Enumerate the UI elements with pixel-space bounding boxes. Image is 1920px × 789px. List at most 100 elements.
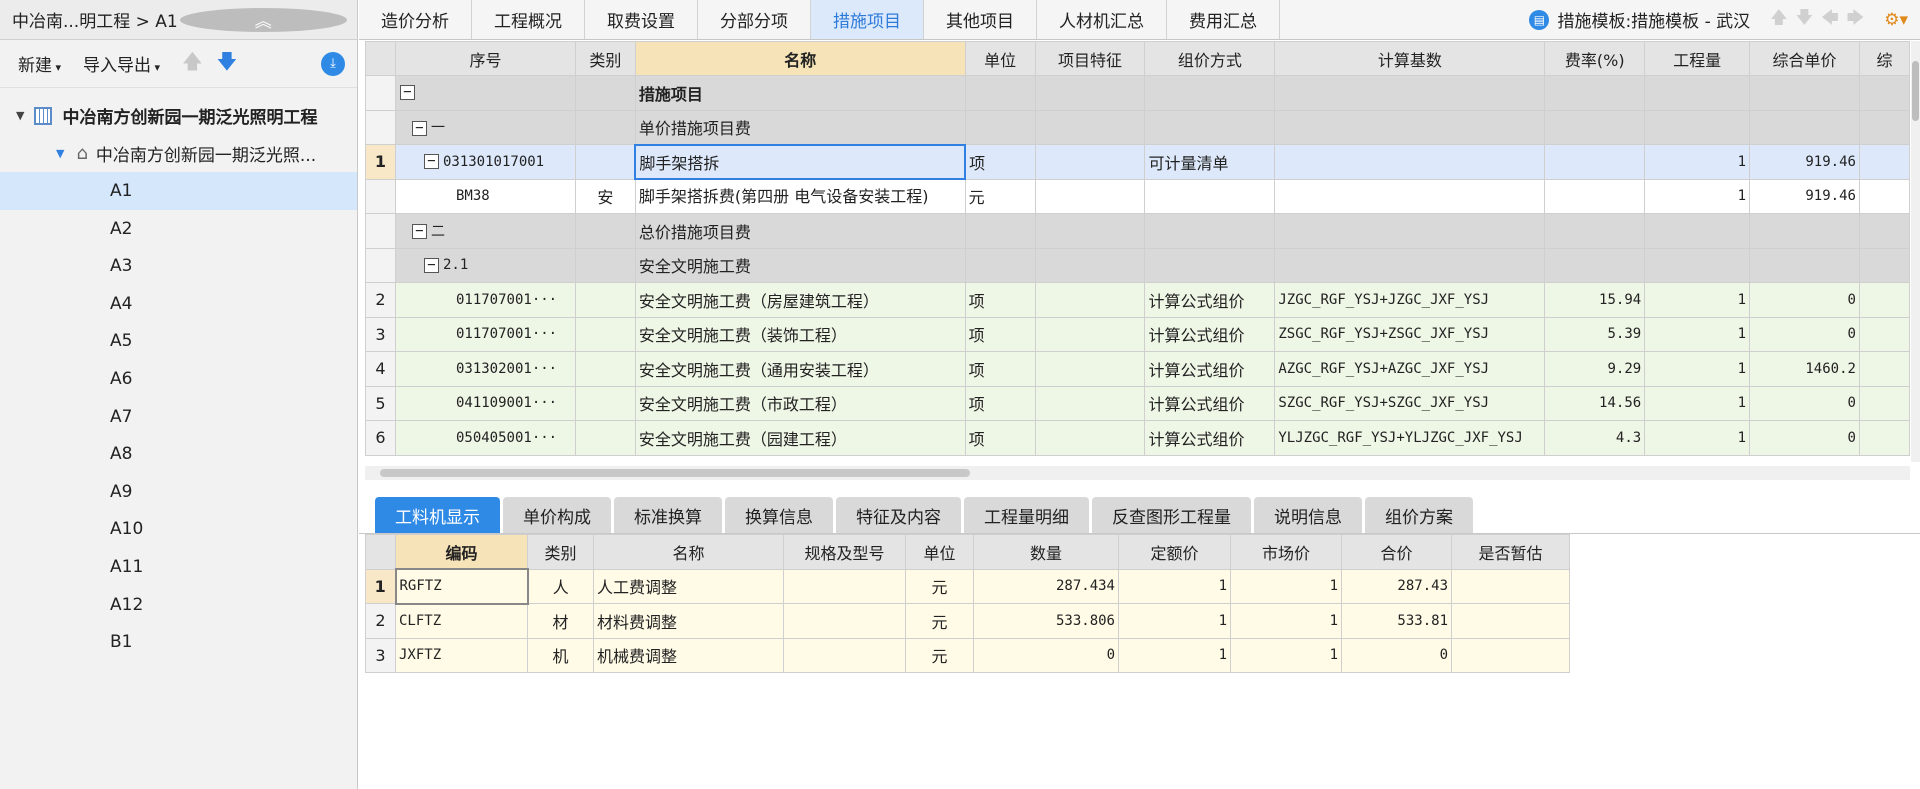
base-cell[interactable]: ZSGC_RGF_YSJ+ZSGC_JXF_YSJ — [1274, 316, 1546, 352]
tree-item[interactable]: A8 — [0, 435, 357, 473]
unit-cell[interactable] — [964, 75, 1036, 111]
code-cell[interactable]: 011707001··· — [394, 316, 576, 352]
code-cell[interactable]: −031301017001 — [394, 144, 576, 180]
scroll-thumb[interactable] — [1912, 61, 1919, 121]
method-cell[interactable] — [1144, 109, 1276, 145]
table-row[interactable]: 2 CLFTZ 材材料费调整元 533.806 1 1 533.81 — [365, 603, 1570, 639]
bottom-tab-6[interactable]: 反查图形工程量 — [1092, 497, 1251, 533]
table-row[interactable]: 3 JXFTZ 机机械费调整元 0 1 1 0 — [365, 637, 1570, 673]
price-cell[interactable] — [1749, 75, 1860, 111]
name-cell[interactable]: 安全文明施工费（装饰工程） — [634, 316, 966, 352]
feature-cell[interactable] — [1034, 178, 1146, 214]
tree-item[interactable]: A3 — [0, 247, 357, 285]
bottom-tab-1[interactable]: 单价构成 — [503, 497, 611, 533]
unit-cell[interactable]: 元 — [964, 178, 1036, 214]
type-cell[interactable]: 人 — [527, 568, 594, 604]
type-cell[interactable] — [574, 109, 636, 145]
table-row[interactable]: 2 011707001··· 安全文明施工费（房屋建筑工程）项 计算公式组价 JZGC_… — [365, 282, 1910, 318]
total-cell[interactable]: 0 — [1341, 637, 1452, 673]
name-cell[interactable]: 脚手架搭拆 — [634, 143, 967, 180]
base-cell[interactable]: JZGC_RGF_YSJ+JZGC_JXF_YSJ — [1274, 282, 1546, 318]
tree-item[interactable]: B1 — [0, 623, 357, 661]
name-cell[interactable]: 措施项目 — [634, 75, 966, 111]
code-cell[interactable]: 031302001··· — [394, 351, 576, 387]
unit-cell[interactable] — [964, 213, 1036, 249]
feature-cell[interactable] — [1034, 385, 1146, 421]
extra-cell[interactable] — [1858, 351, 1910, 387]
quota-cell[interactable]: 1 — [1118, 568, 1231, 604]
bottom-tab-7[interactable]: 说明信息 — [1254, 497, 1362, 533]
unit-cell[interactable]: 项 — [964, 144, 1036, 180]
tree-item[interactable]: A5 — [0, 323, 357, 361]
tree-item[interactable]: A7 — [0, 398, 357, 436]
base-cell[interactable] — [1274, 247, 1546, 283]
qty-cell[interactable]: 1 — [1644, 420, 1751, 456]
feature-cell[interactable] — [1034, 109, 1146, 145]
rate-cell[interactable]: 5.39 — [1544, 316, 1646, 352]
unit-cell[interactable]: 项 — [964, 282, 1036, 318]
column-header[interactable]: 类别 — [527, 534, 594, 570]
column-header[interactable]: 是否暂估 — [1451, 534, 1570, 570]
column-header[interactable]: 综 — [1858, 41, 1910, 76]
tree-item[interactable]: A6 — [0, 360, 357, 398]
column-header[interactable]: 单位 — [964, 41, 1036, 76]
unit-cell[interactable]: 元 — [905, 637, 974, 673]
extra-cell[interactable] — [1858, 385, 1910, 421]
feature-cell[interactable] — [1034, 316, 1146, 352]
table-row[interactable]: − 二 总价措施项目费 — [365, 213, 1910, 249]
est-cell[interactable] — [1451, 637, 1570, 673]
code-cell[interactable]: JXFTZ — [395, 637, 528, 673]
table-row[interactable]: − 一 单价措施项目费 — [365, 109, 1910, 145]
move-up-icon[interactable]: 🡅 — [1770, 5, 1787, 34]
total-cell[interactable]: 533.81 — [1341, 603, 1452, 639]
base-cell[interactable] — [1274, 144, 1546, 180]
move-down-icon[interactable]: 🡇 — [1796, 5, 1813, 34]
qty-cell[interactable] — [1644, 213, 1751, 249]
method-cell[interactable]: 计算公式组价 — [1144, 420, 1276, 456]
column-header[interactable]: 组价方式 — [1144, 41, 1276, 76]
column-header[interactable]: 合价 — [1341, 534, 1452, 570]
collapse-icon[interactable]: − — [399, 85, 415, 101]
bottom-tab-0[interactable]: 工料机显示 — [375, 497, 500, 533]
type-cell[interactable]: 安 — [574, 178, 636, 214]
column-header[interactable]: 序号 — [394, 41, 576, 76]
name-cell[interactable]: 安全文明施工费（园建工程） — [634, 420, 966, 456]
price-cell[interactable]: 919.46 — [1749, 178, 1860, 214]
bottom-tab-8[interactable]: 组价方案 — [1365, 497, 1473, 533]
type-cell[interactable] — [574, 351, 636, 387]
tab-1[interactable]: 工程概况 — [472, 0, 585, 39]
spec-cell[interactable] — [783, 603, 906, 639]
qty-cell[interactable]: 1 — [1644, 282, 1751, 318]
expand-arrow-icon[interactable]: ▼ — [16, 109, 24, 122]
tree-item-unit[interactable]: ▼ ⌂ 中冶南方创新园一期泛光照... — [0, 135, 357, 173]
qty-cell[interactable] — [1644, 75, 1751, 111]
tree-item[interactable]: A10 — [0, 511, 357, 549]
feature-cell[interactable] — [1034, 282, 1146, 318]
move-left-icon[interactable]: 🡄 — [1821, 5, 1839, 34]
extra-cell[interactable] — [1858, 144, 1910, 180]
type-cell[interactable]: 材 — [527, 603, 594, 639]
table-row[interactable]: 6 050405001··· 安全文明施工费（园建工程）项 计算公式组价 YLJZGC_… — [365, 420, 1910, 456]
tab-4[interactable]: 措施项目 — [811, 0, 924, 39]
column-header[interactable]: 类别 — [574, 41, 636, 76]
code-cell[interactable]: − 二 — [394, 213, 576, 249]
extra-cell[interactable] — [1858, 247, 1910, 283]
table-row[interactable]: 3 011707001··· 安全文明施工费（装饰工程）项 计算公式组价 ZSGC_RG… — [365, 316, 1910, 352]
name-cell[interactable]: 安全文明施工费（市政工程） — [634, 385, 966, 421]
code-cell[interactable]: − 一 — [394, 109, 576, 145]
extra-cell[interactable] — [1858, 282, 1910, 318]
name-cell[interactable]: 人工费调整 — [593, 568, 784, 604]
name-cell[interactable]: 脚手架搭拆费(第四册 电气设备安装工程) — [634, 178, 966, 214]
method-cell[interactable] — [1144, 75, 1276, 111]
column-header[interactable]: 项目特征 — [1034, 41, 1146, 76]
quota-cell[interactable]: 1 — [1118, 603, 1231, 639]
unit-cell[interactable]: 元 — [905, 568, 974, 604]
collapse-icon[interactable]: − — [423, 154, 439, 170]
feature-cell[interactable] — [1034, 75, 1146, 111]
tab-2[interactable]: 取费设置 — [585, 0, 698, 39]
bottom-tab-3[interactable]: 换算信息 — [725, 497, 833, 533]
method-cell[interactable] — [1144, 178, 1276, 214]
qty-cell[interactable] — [1644, 247, 1751, 283]
collapse-icon[interactable]: − — [423, 257, 439, 273]
extra-cell[interactable] — [1858, 75, 1910, 111]
